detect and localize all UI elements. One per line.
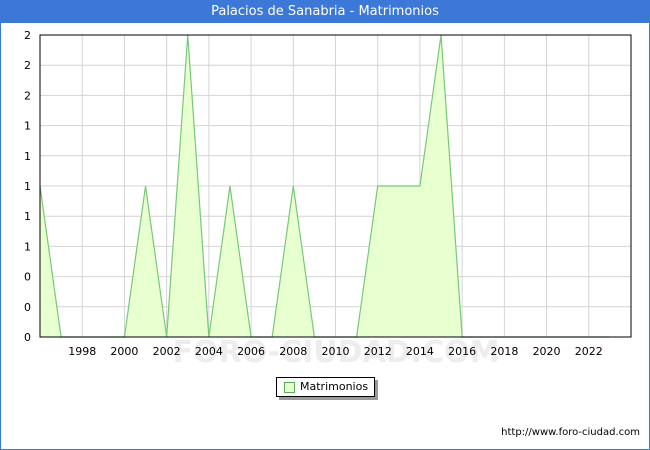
x-axis-ticks: 1998 2000 2002 2004 2006 2008 2010 2012 2014 2016…: [68, 345, 603, 358]
x-tick-label: 1998: [68, 345, 96, 358]
footer-url: http://www.foro-ciudad.com: [501, 427, 640, 438]
legend-label: Matrimonios: [300, 380, 369, 393]
legend: Matrimonios: [276, 377, 375, 397]
y-tick-label: 0: [24, 301, 31, 314]
grid: [40, 34, 631, 338]
x-tick-label: 2014: [406, 345, 434, 358]
y-tick-label: 1: [24, 240, 31, 253]
y-tick-label: 1: [24, 210, 31, 223]
x-tick-label: 2018: [490, 345, 518, 358]
legend-swatch: [284, 382, 295, 393]
x-tick-label: 2022: [575, 345, 603, 358]
x-tick-label: 2016: [448, 345, 476, 358]
y-axis-ticks: 0 0 0 1 1 1 1 1 2 2 2: [24, 29, 31, 344]
y-tick-label: 1: [24, 180, 31, 193]
x-tick-label: 2006: [237, 345, 265, 358]
y-tick-label: 1: [24, 120, 31, 133]
x-tick-label: 2008: [279, 345, 307, 358]
x-tick-label: 2020: [533, 345, 561, 358]
x-tick-label: 2002: [153, 345, 181, 358]
x-tick-label: 2010: [322, 345, 350, 358]
y-tick-label: 2: [24, 59, 31, 72]
x-tick-label: 2004: [195, 345, 223, 358]
x-tick-label: 2000: [110, 345, 138, 358]
y-tick-label: 0: [24, 331, 31, 344]
y-tick-label: 2: [24, 89, 31, 102]
y-tick-label: 0: [24, 271, 31, 284]
x-tick-label: 2012: [364, 345, 392, 358]
y-tick-label: 1: [24, 150, 31, 163]
y-tick-label: 2: [24, 29, 31, 42]
